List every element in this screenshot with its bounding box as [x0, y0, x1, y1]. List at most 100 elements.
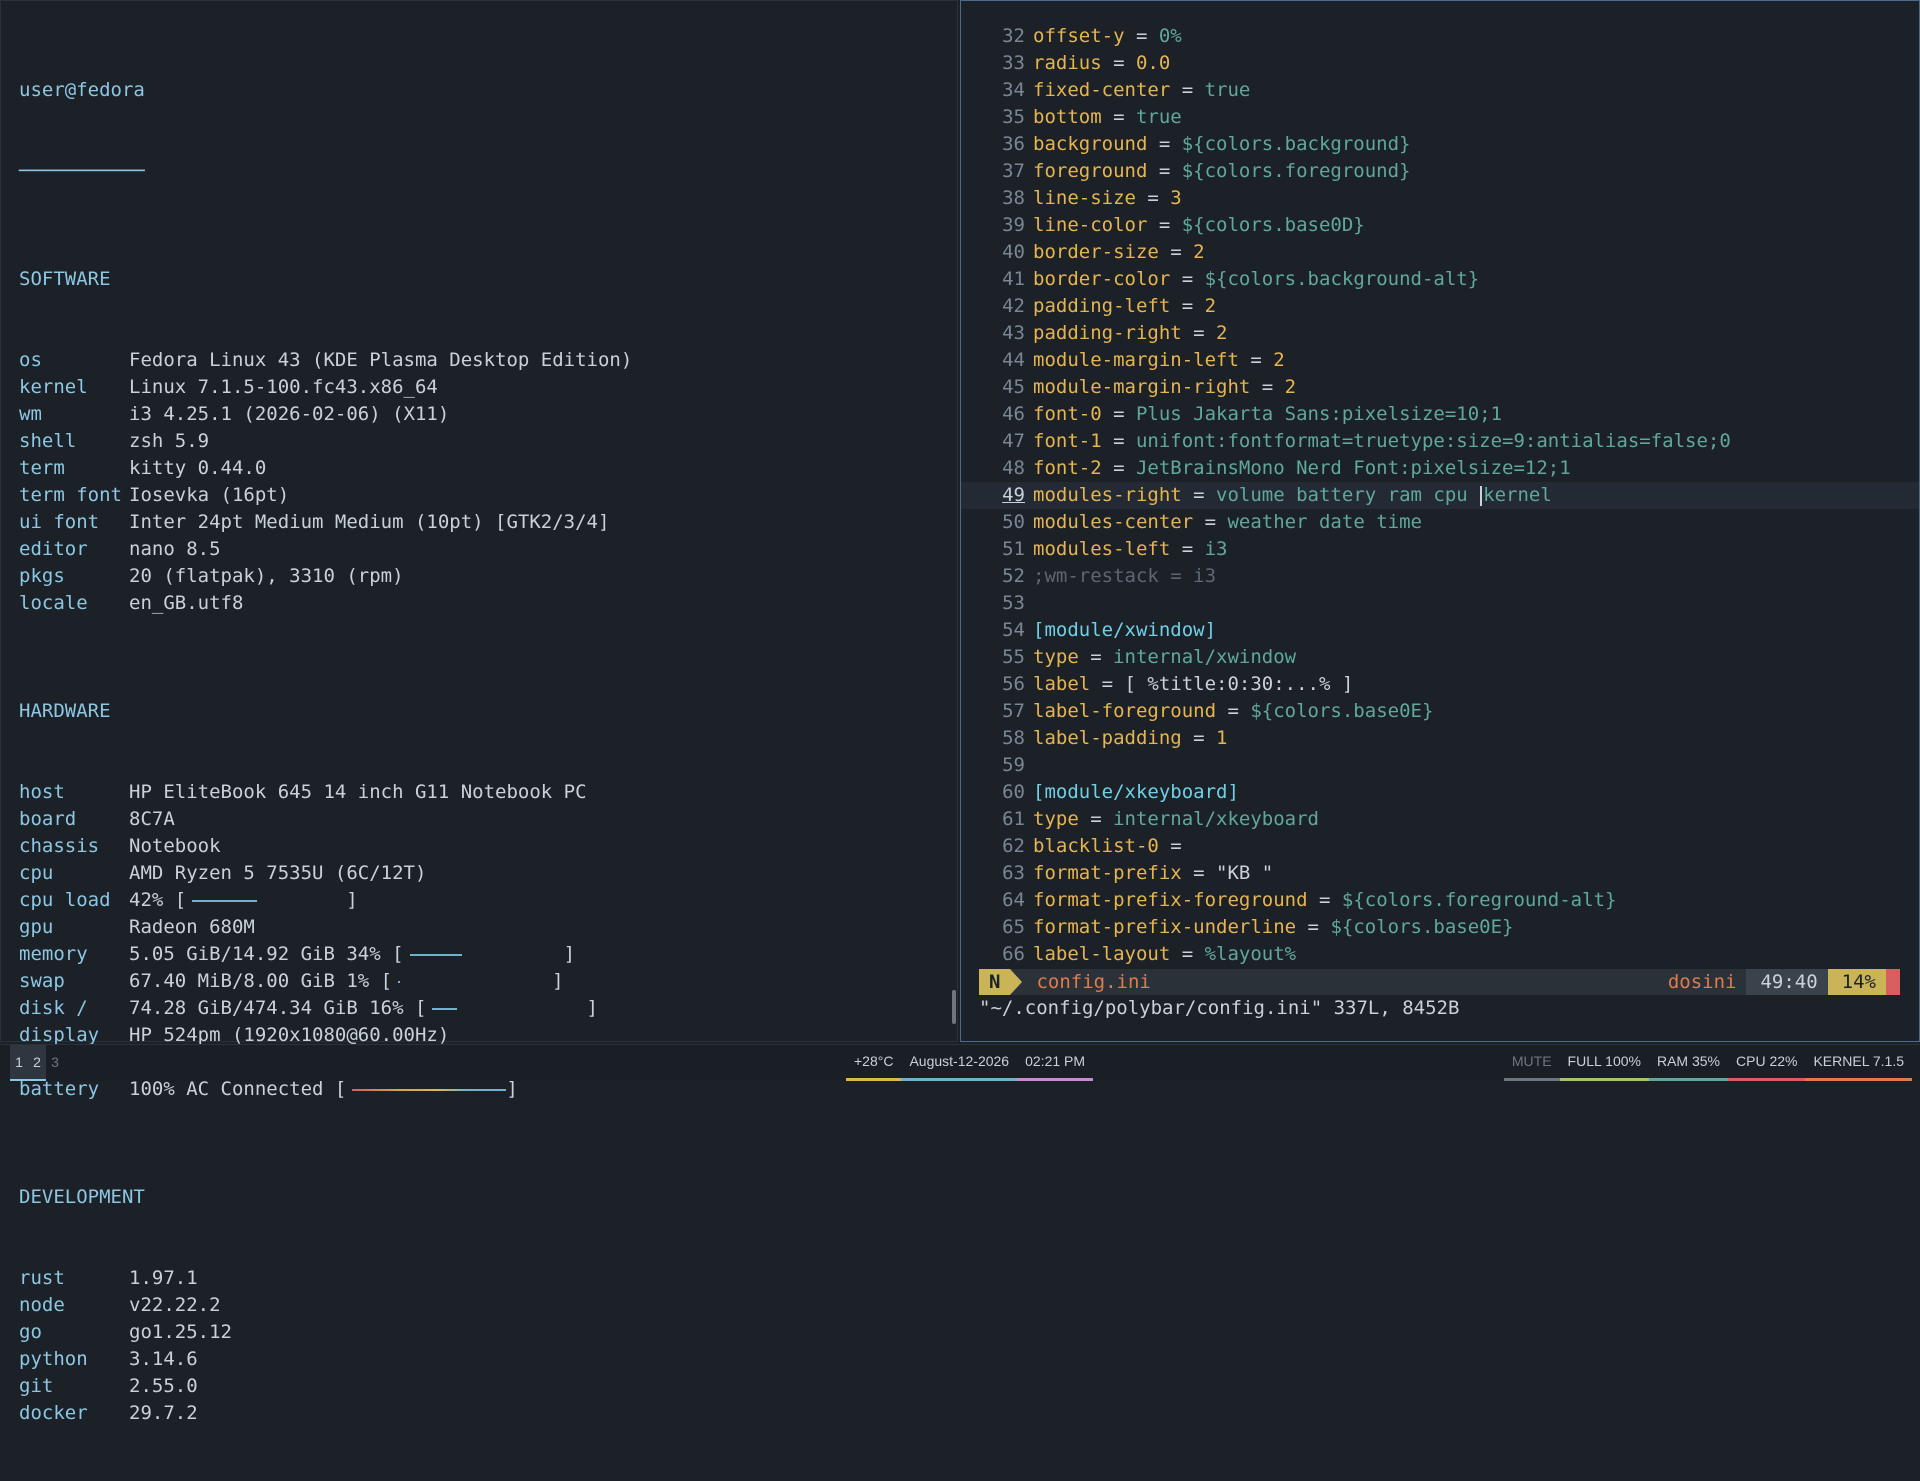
line-code[interactable] — [1033, 590, 1919, 617]
line-code[interactable]: label-layout = %layout% — [1033, 941, 1919, 968]
line-code[interactable]: module-margin-right = 2 — [1033, 374, 1919, 401]
line-code[interactable]: bottom = true — [1033, 104, 1919, 131]
line-code[interactable]: modules-left = i3 — [1033, 536, 1919, 563]
bar-module[interactable]: August-12-2026 — [901, 1045, 1018, 1081]
editor-line[interactable]: 36 background = ${colors.background} — [961, 131, 1919, 158]
editor-line[interactable]: 55 type = internal/xwindow — [961, 644, 1919, 671]
editor-line[interactable]: 42 padding-left = 2 — [961, 293, 1919, 320]
line-number: 34 — [1002, 79, 1025, 101]
editor-line[interactable]: 51 modules-left = i3 — [961, 536, 1919, 563]
line-code[interactable]: modules-center = weather date time — [1033, 509, 1919, 536]
workspace-button[interactable]: 1 — [10, 1045, 28, 1081]
editor-line[interactable]: 66 label-layout = %layout% — [961, 941, 1919, 968]
line-code[interactable]: label-foreground = ${colors.base0E} — [1033, 698, 1919, 725]
line-code[interactable]: border-color = ${colors.background-alt} — [1033, 266, 1919, 293]
editor-line[interactable]: 34 fixed-center = true — [961, 77, 1919, 104]
line-code[interactable]: line-color = ${colors.base0D} — [1033, 212, 1919, 239]
info-value-text: AMD Ryzen 5 7535U (6C/12T) — [129, 862, 427, 884]
line-code[interactable]: padding-right = 2 — [1033, 320, 1919, 347]
editor-line[interactable]: 39 line-color = ${colors.base0D} — [961, 212, 1919, 239]
line-code[interactable]: padding-left = 2 — [1033, 293, 1919, 320]
editor-line[interactable]: 37 foreground = ${colors.foreground} — [961, 158, 1919, 185]
editor-line[interactable]: 45 module-margin-right = 2 — [961, 374, 1919, 401]
bar-module[interactable]: CPU 22% — [1728, 1045, 1806, 1081]
equals-sign: = — [1101, 106, 1136, 128]
workspace-button[interactable]: 2 — [28, 1045, 46, 1081]
editor-line[interactable]: 49 modules-right = volume battery ram cpu… — [961, 482, 1919, 509]
line-code[interactable]: label = [ %title:0:30:...% ] — [1033, 671, 1919, 698]
editor-line[interactable]: 64 format-prefix-foreground = ${colors.fo… — [961, 887, 1919, 914]
line-number: 40 — [1002, 241, 1025, 263]
editor-line[interactable]: 50 modules-center = weather date time — [961, 509, 1919, 536]
line-code[interactable]: format-prefix = "KB " — [1033, 860, 1919, 887]
line-code[interactable]: ;wm-restack = i3 — [1033, 563, 1919, 590]
line-code[interactable]: border-size = 2 — [1033, 239, 1919, 266]
editor-line[interactable]: 62 blacklist-0 = — [961, 833, 1919, 860]
editor-line[interactable]: 44 module-margin-left = 2 — [961, 347, 1919, 374]
line-code[interactable]: font-2 = JetBrainsMono Nerd Font:pixelsi… — [1033, 455, 1919, 482]
config-key: radius — [1033, 52, 1102, 74]
bar-module[interactable]: FULL 100% — [1559, 1045, 1649, 1081]
statusline-tail — [1886, 969, 1900, 995]
line-code[interactable]: offset-y = 0% — [1033, 23, 1919, 50]
editor-line[interactable]: 63 format-prefix = "KB " — [961, 860, 1919, 887]
editor-line[interactable]: 58 label-padding = 1 — [961, 725, 1919, 752]
line-code[interactable]: modules-right = volume battery ram cpu k… — [1033, 482, 1919, 509]
editor-line[interactable]: 38 line-size = 3 — [961, 185, 1919, 212]
editor-line[interactable]: 65 format-prefix-underline = ${colors.bas… — [961, 914, 1919, 941]
editor-line[interactable]: 53 — [961, 590, 1919, 617]
line-code[interactable]: [module/xkeyboard] — [1033, 779, 1919, 806]
bar-module[interactable]: RAM 35% — [1648, 1045, 1728, 1081]
line-code[interactable]: fixed-center = true — [1033, 77, 1919, 104]
info-value-text: Radeon 680M — [129, 916, 255, 938]
editor-line[interactable]: 56 label = [ %title:0:30:...% ] — [961, 671, 1919, 698]
line-code[interactable]: type = internal/xkeyboard — [1033, 806, 1919, 833]
line-number: 46 — [1002, 403, 1025, 425]
line-code[interactable]: font-1 = unifont:fontformat=truetype:siz… — [1033, 428, 1919, 455]
line-code[interactable]: module-margin-left = 2 — [1033, 347, 1919, 374]
line-code[interactable]: foreground = ${colors.foreground} — [1033, 158, 1919, 185]
bar-module[interactable]: MUTE — [1503, 1045, 1560, 1081]
line-code[interactable]: format-prefix-foreground = ${colors.fore… — [1033, 887, 1919, 914]
line-code[interactable]: label-padding = 1 — [1033, 725, 1919, 752]
editor-line[interactable]: 46 font-0 = Plus Jakarta Sans:pixelsize=1… — [961, 401, 1919, 428]
editor-line[interactable]: 52 ;wm-restack = i3 — [961, 563, 1919, 590]
line-code[interactable] — [1033, 752, 1919, 779]
config-key: type — [1033, 808, 1079, 830]
config-key: module-margin-right — [1033, 376, 1251, 398]
command-line[interactable]: "~/.config/polybar/config.ini" 337L, 845… — [979, 997, 1459, 1019]
editor-line[interactable]: 48 font-2 = JetBrainsMono Nerd Font:pixel… — [961, 455, 1919, 482]
bar-module[interactable]: 02:21 PM — [1017, 1045, 1094, 1081]
bar-module[interactable]: KERNEL 7.1.5 — [1805, 1045, 1912, 1081]
info-key: host — [19, 781, 65, 803]
line-code[interactable]: line-size = 3 — [1033, 185, 1919, 212]
editor-line[interactable]: 41 border-color = ${colors.background-alt… — [961, 266, 1919, 293]
line-code[interactable]: radius = 0.0 — [1033, 50, 1919, 77]
editor-line[interactable]: 35 bottom = true — [961, 104, 1919, 131]
editor-line[interactable]: 43 padding-right = 2 — [961, 320, 1919, 347]
editor-line[interactable]: 40 border-size = 2 — [961, 239, 1919, 266]
line-code[interactable]: blacklist-0 = — [1033, 833, 1919, 860]
pane-divider-handle[interactable] — [952, 990, 956, 1024]
line-code[interactable]: type = internal/xwindow — [1033, 644, 1919, 671]
bar-fill — [398, 981, 400, 983]
editor-line[interactable]: 59 — [961, 752, 1919, 779]
editor-line[interactable]: 57 label-foreground = ${colors.base0E} — [961, 698, 1919, 725]
line-code[interactable]: background = ${colors.background} — [1033, 131, 1919, 158]
editor-pane[interactable]: 32 offset-y = 0% 33 radius = 0.0 34 fixed-cen… — [960, 0, 1920, 1042]
bar-module[interactable]: +28°C — [846, 1045, 902, 1081]
fetch-terminal-pane[interactable]: user@fedora ─────────── SOFTWARE os Fedor… — [0, 0, 958, 1424]
editor-line[interactable]: 47 font-1 = unifont:fontformat=truetype:s… — [961, 428, 1919, 455]
line-code[interactable]: [module/xwindow] — [1033, 617, 1919, 644]
line-code[interactable]: format-prefix-underline = ${colors.base0… — [1033, 914, 1919, 941]
editor-line[interactable]: 60 [module/xkeyboard] — [961, 779, 1919, 806]
editor-line[interactable]: 61 type = internal/xkeyboard — [961, 806, 1919, 833]
line-code[interactable]: font-0 = Plus Jakarta Sans:pixelsize=10;… — [1033, 401, 1919, 428]
editor-line[interactable]: 32 offset-y = 0% — [961, 23, 1919, 50]
editor-buffer[interactable]: 32 offset-y = 0% 33 radius = 0.0 34 fixed-cen… — [961, 23, 1919, 968]
editor-line[interactable]: 33 radius = 0.0 — [961, 50, 1919, 77]
config-key: blacklist-0 — [1033, 835, 1159, 857]
workspace-button[interactable]: 3 — [46, 1045, 64, 1081]
editor-line[interactable]: 54 [module/xwindow] — [961, 617, 1919, 644]
equals-sign: = — [1238, 349, 1274, 371]
